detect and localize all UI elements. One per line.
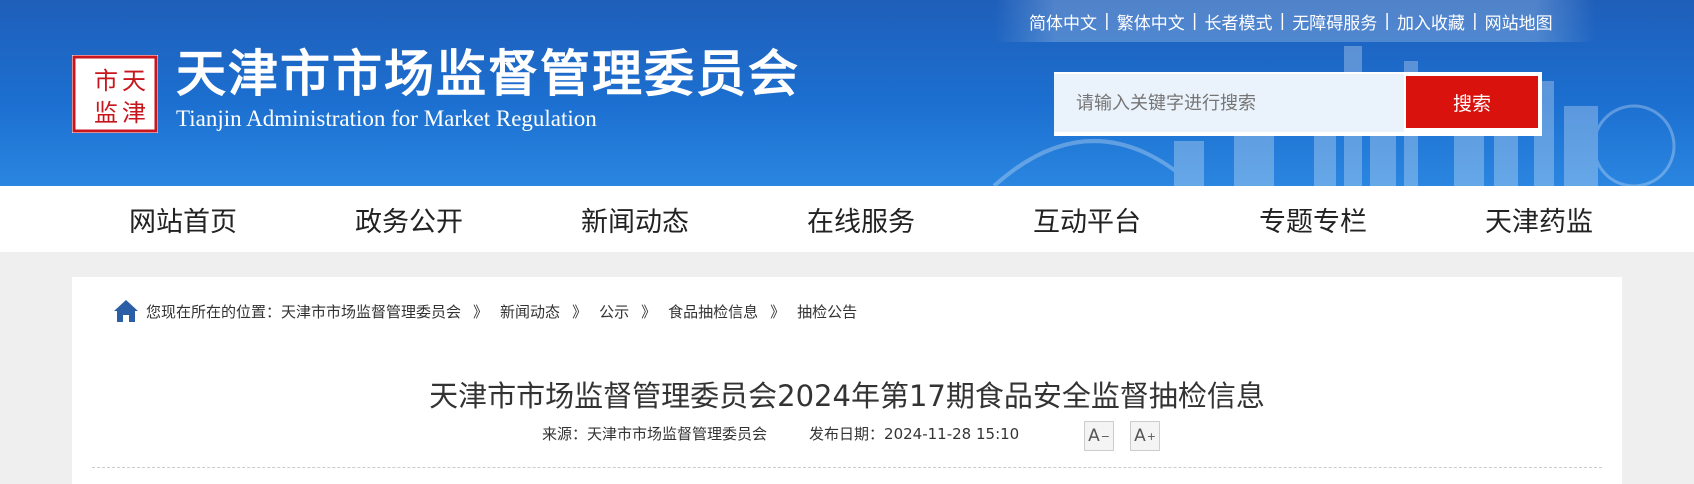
separator: | — [1384, 11, 1390, 31]
top-link-elder-mode[interactable]: 长者模式 — [1204, 9, 1272, 34]
top-link-traditional[interactable]: 繁体中文 — [1117, 9, 1185, 34]
separator: | — [1279, 11, 1286, 31]
breadcrumb-separator: 》 — [572, 302, 588, 321]
nav-item-drug-supervision[interactable]: 天津药监 — [1426, 200, 1652, 239]
breadcrumb: 您现在所在的位置： 天津市市场监督管理委员会 》 新闻动态 》 公示 》 食品抽… — [112, 297, 857, 325]
search-button[interactable]: 搜索 — [1406, 76, 1538, 128]
svg-text:天: 天 — [122, 67, 146, 95]
nav-item-online-services[interactable]: 在线服务 — [748, 200, 974, 239]
font-increase-button[interactable]: A + — [1130, 421, 1160, 451]
search-input[interactable] — [1054, 74, 1404, 132]
breadcrumb-item-home[interactable]: 天津市市场监督管理委员会 — [281, 301, 461, 322]
nav-item-government-affairs[interactable]: 政务公开 — [296, 200, 522, 239]
breadcrumb-separator: 》 — [473, 302, 489, 321]
source-value: 天津市市场监督管理委员会 — [587, 425, 768, 443]
svg-text:市: 市 — [94, 67, 118, 95]
breadcrumb-separator: 》 — [641, 302, 657, 321]
article-title: 天津市市场监督管理委员会2024年第17期食品安全监督抽检信息 — [429, 379, 1265, 413]
breadcrumb-item-food-inspection[interactable]: 食品抽检信息 — [668, 301, 758, 322]
top-link-sitemap[interactable]: 网站地图 — [1485, 9, 1553, 34]
main-nav: 网站首页 政务公开 新闻动态 在线服务 互动平台 专题专栏 天津药监 — [0, 186, 1694, 252]
breadcrumb-item-notice[interactable]: 公示 — [599, 301, 629, 322]
breadcrumb-prefix: 您现在所在的位置： — [146, 302, 282, 321]
site-title: 天津市市场监督管理委员会 — [176, 45, 800, 103]
top-link-accessibility[interactable]: 无障碍服务 — [1292, 9, 1377, 34]
date-label: 发布日期： — [809, 425, 885, 443]
nav-item-home[interactable]: 网站首页 — [70, 200, 296, 239]
site-subtitle: Tianjin Administration for Market Regula… — [176, 106, 597, 131]
site-logo[interactable]: 市 天 监 津 — [72, 55, 158, 133]
breadcrumb-item-inspection-notice[interactable]: 抽检公告 — [797, 301, 857, 322]
article-meta: 来源： 天津市市场监督管理委员会 发布日期： 2024-11-28 15:10 — [542, 423, 1019, 444]
top-link-simplified[interactable]: 简体中文 — [1029, 9, 1097, 34]
svg-text:津: 津 — [122, 99, 146, 127]
nav-item-news[interactable]: 新闻动态 — [522, 200, 748, 239]
svg-text:监: 监 — [94, 99, 118, 127]
home-icon — [114, 300, 138, 322]
nav-item-special-topics[interactable]: 专题专栏 — [1200, 200, 1426, 239]
top-links-bar: 简体中文 | 繁体中文 | 长者模式 | 无障碍服务 | 加入收藏 | 网站地图 — [995, 0, 1595, 42]
breadcrumb-separator: 》 — [770, 302, 786, 321]
font-decrease-button[interactable]: A − — [1084, 421, 1114, 451]
breadcrumb-item-news[interactable]: 新闻动态 — [500, 301, 560, 322]
separator: | — [1471, 11, 1478, 31]
search-box: 搜索 — [1054, 72, 1542, 136]
nav-item-interaction[interactable]: 互动平台 — [974, 200, 1200, 239]
date-value: 2024-11-28 15:10 — [884, 424, 1020, 443]
separator: | — [1191, 11, 1198, 31]
divider — [92, 467, 1602, 468]
content-panel: 您现在所在的位置： 天津市市场监督管理委员会 》 新闻动态 》 公示 》 食品抽… — [72, 277, 1622, 484]
source-label: 来源： — [542, 425, 588, 443]
separator: | — [1104, 11, 1110, 31]
top-link-bookmark[interactable]: 加入收藏 — [1397, 9, 1465, 34]
